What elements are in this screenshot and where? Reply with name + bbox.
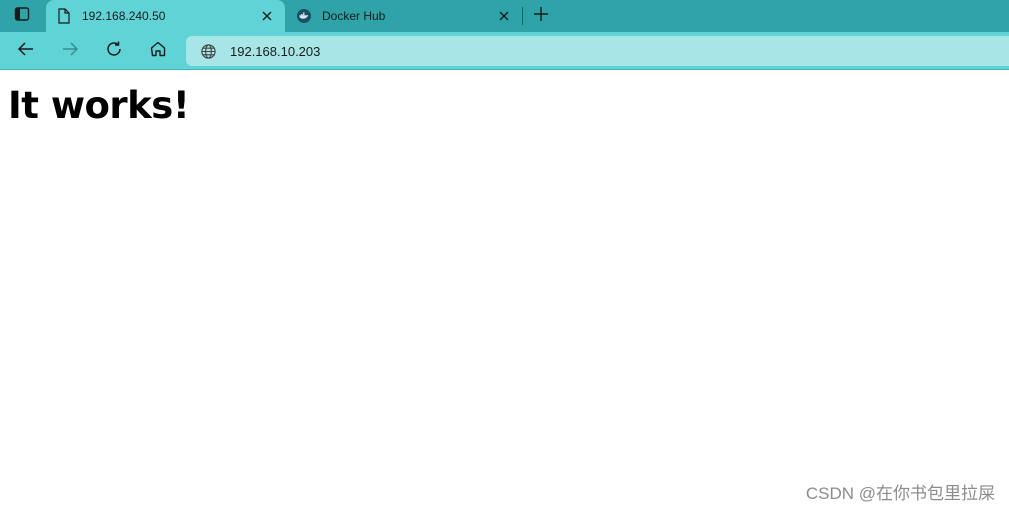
arrow-left-icon [17,40,35,63]
tab-divider [522,7,523,25]
refresh-icon [105,40,123,63]
globe-icon[interactable] [199,42,217,60]
tab-strip: 192.168.240.50 Docker Hub [0,0,1009,32]
tab-title: 192.168.240.50 [82,9,166,23]
tab-active[interactable]: 192.168.240.50 [46,0,285,32]
address-bar[interactable]: 192.168.10.203 [186,36,1009,66]
close-icon[interactable] [496,8,512,24]
browser-toolbar: 192.168.10.203 [0,32,1009,70]
close-icon[interactable] [259,8,275,24]
url-text: 192.168.10.203 [230,43,321,59]
page-icon [56,8,72,24]
page-heading: It works! [8,84,190,127]
tab-actions-icon [14,6,30,27]
tab-actions-button[interactable] [0,0,44,32]
page-content: It works! CSDN @在你书包里拉屎 [0,71,1009,512]
forward-button[interactable] [56,37,84,65]
docker-icon [296,8,312,24]
refresh-button[interactable] [100,37,128,65]
plus-icon [533,6,549,27]
home-button[interactable] [144,37,172,65]
tab-docker-hub[interactable]: Docker Hub [286,0,522,32]
arrow-right-icon [61,40,79,63]
new-tab-button[interactable] [529,4,553,28]
tab-title: Docker Hub [322,9,386,23]
home-icon [149,40,167,63]
back-button[interactable] [12,37,40,65]
watermark: CSDN @在你书包里拉屎 [805,484,995,503]
